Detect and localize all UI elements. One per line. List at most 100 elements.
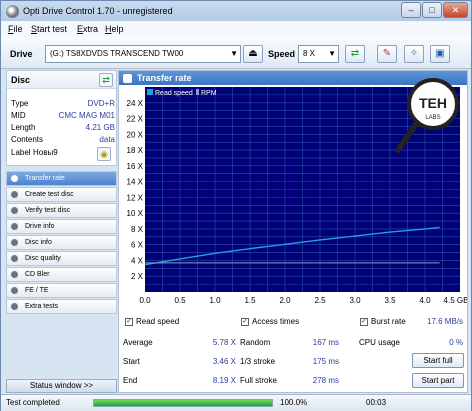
x-tick-label: 4.0 — [419, 296, 431, 305]
disc-icon — [11, 303, 18, 310]
y-tick-label: 12 X — [127, 193, 144, 202]
menu-help[interactable]: Help — [105, 24, 124, 34]
progress-percent: 100.0% — [280, 398, 308, 407]
minimize-button[interactable]: – — [401, 2, 421, 18]
save-button[interactable]: ▣ — [430, 45, 450, 63]
toolbar: Drive (G:) TS8XDVDS TRANSCEND TW00 ▼ ⏏ S… — [1, 37, 471, 69]
y-tick-label: 22 X — [127, 115, 144, 124]
end-label: End — [123, 376, 138, 385]
full-stroke-value: 278 ms — [312, 376, 339, 385]
legend-read-speed-label: Read speed — [155, 90, 193, 97]
read-speed-label: Read speed — [136, 317, 180, 326]
x-tick-label: 3.5 — [384, 296, 396, 305]
erase-button[interactable]: ✎ — [377, 45, 397, 63]
menu-bar: File Start test Extra Help — [1, 21, 471, 37]
disc-icon: ◉ — [100, 149, 108, 159]
disc-refresh-button[interactable]: ⇄ — [99, 73, 113, 87]
disc-row-contents: Contents data — [11, 135, 115, 144]
access-times-label: Access times — [252, 317, 300, 326]
status-window-button[interactable]: Status window >> — [6, 379, 117, 393]
ixbt-lab-logo: ТЕН LABS — [395, 78, 459, 153]
x-tick-label: 0.0 — [139, 296, 151, 305]
status-text: Test completed — [6, 398, 60, 407]
average-label: Average — [123, 338, 153, 347]
test-list: Transfer rate Create test disc Verify te… — [6, 171, 117, 391]
wrench-icon: ✧ — [409, 48, 419, 59]
title-bar[interactable]: Opti Drive Control 1.70 - unregistered –… — [1, 1, 471, 21]
maximize-button[interactable]: □ — [422, 2, 442, 18]
svg-text:ТЕН: ТЕН — [419, 95, 447, 111]
app-window: Opti Drive Control 1.70 - unregistered –… — [0, 0, 472, 411]
menu-extra[interactable]: Extra — [77, 24, 98, 34]
random-label: Random — [240, 338, 271, 347]
speed-select[interactable]: 8 X ▼ — [298, 45, 339, 63]
close-button[interactable]: ✕ — [443, 2, 468, 18]
transfer-icon — [11, 175, 18, 182]
drive-label: Drive — [10, 49, 33, 59]
burst-rate-value: 17.6 MB/s — [426, 317, 463, 326]
svg-text:LABS: LABS — [425, 115, 440, 121]
y-tick-label: 10 X — [127, 209, 144, 218]
disc-icon — [11, 207, 18, 214]
speed-label: Speed — [268, 49, 296, 59]
menu-start-test[interactable]: Start test — [31, 24, 67, 34]
speed-select-value: 8 X — [303, 49, 316, 58]
disc-row-length: Length 4.21 GB — [11, 123, 115, 132]
y-tick-label: 14 X — [127, 178, 144, 187]
eraser-icon: ✎ — [382, 48, 392, 59]
results-panel: ✓ Read speed Average 5.78 X Start 3.46 X… — [119, 315, 467, 393]
disc-icon — [11, 271, 18, 278]
start-label: Start — [123, 357, 140, 366]
y-tick-label: 24 X — [127, 99, 144, 108]
test-disc-quality[interactable]: Disc quality — [6, 251, 117, 266]
eject-icon: ⏏ — [248, 48, 258, 59]
progress-bar — [93, 399, 273, 407]
disc-icon — [11, 239, 18, 246]
test-cd-bler[interactable]: CD Bler — [6, 267, 117, 282]
access-times-checkbox[interactable]: ✓ — [241, 318, 249, 326]
disc-panel: Disc ⇄ Type DVD+R MID CMC MAG M01 Length 4.… — [6, 70, 117, 166]
test-create-test-disc[interactable]: Create test disc — [6, 187, 117, 202]
refresh-icon: ⇄ — [350, 48, 360, 59]
left-sidebar: Disc ⇄ Type DVD+R MID CMC MAG M01 Length 4.… — [6, 70, 117, 370]
window-title: Opti Drive Control 1.70 - unregistered — [23, 6, 173, 16]
burst-rate-label: Burst rate — [371, 317, 406, 326]
cpu-usage-value: 0 % — [449, 338, 463, 347]
start-value: 3.46 X — [212, 357, 236, 366]
app-icon — [6, 5, 19, 18]
test-disc-info[interactable]: Disc info — [6, 235, 117, 250]
progress-fill — [94, 400, 272, 406]
y-tick-label: 6 X — [131, 241, 144, 250]
read-speed-checkbox[interactable]: ✓ — [125, 318, 133, 326]
elapsed-time: 00:03 — [366, 398, 387, 407]
burst-rate-checkbox[interactable]: ✓ — [360, 318, 368, 326]
x-tick-label: 1.5 — [244, 296, 256, 305]
test-extra-tests[interactable]: Extra tests — [6, 299, 117, 314]
test-fe-te[interactable]: FE / TE — [6, 283, 117, 298]
x-tick-label: 0.5 — [174, 296, 186, 305]
one-third-stroke-label: 1/3 stroke — [240, 357, 276, 366]
disc-row-mid: MID CMC MAG M01 — [11, 111, 115, 120]
start-part-button[interactable]: Start part — [412, 373, 464, 388]
legend-read-speed-swatch — [147, 89, 153, 95]
test-drive-info[interactable]: Drive info — [6, 219, 117, 234]
test-transfer-rate[interactable]: Transfer rate — [6, 171, 117, 186]
chevron-down-icon: ▼ — [328, 49, 336, 58]
refresh-speed-button[interactable]: ⇄ — [345, 45, 365, 63]
eject-button[interactable]: ⏏ — [243, 45, 263, 63]
menu-file[interactable]: File — [8, 24, 23, 34]
refresh-icon: ⇄ — [102, 75, 110, 85]
x-tick-label: 2.5 — [314, 296, 326, 305]
y-tick-label: 16 X — [127, 162, 144, 171]
disc-icon — [11, 191, 18, 198]
test-verify-test-disc[interactable]: Verify test disc — [6, 203, 117, 218]
drive-select[interactable]: (G:) TS8XDVDS TRANSCEND TW00 ▼ — [45, 45, 241, 63]
legend-rpm-label: RPM — [201, 90, 217, 97]
start-full-button[interactable]: Start full — [412, 353, 464, 368]
settings-button[interactable]: ✧ — [404, 45, 424, 63]
random-value: 167 ms — [312, 338, 339, 347]
x-tick-label: 4.5 GB — [444, 296, 467, 305]
disc-row-type: Type DVD+R — [11, 99, 115, 108]
label-edit-button[interactable]: ◉ — [97, 147, 111, 161]
legend-rpm-swatch — [196, 89, 199, 95]
